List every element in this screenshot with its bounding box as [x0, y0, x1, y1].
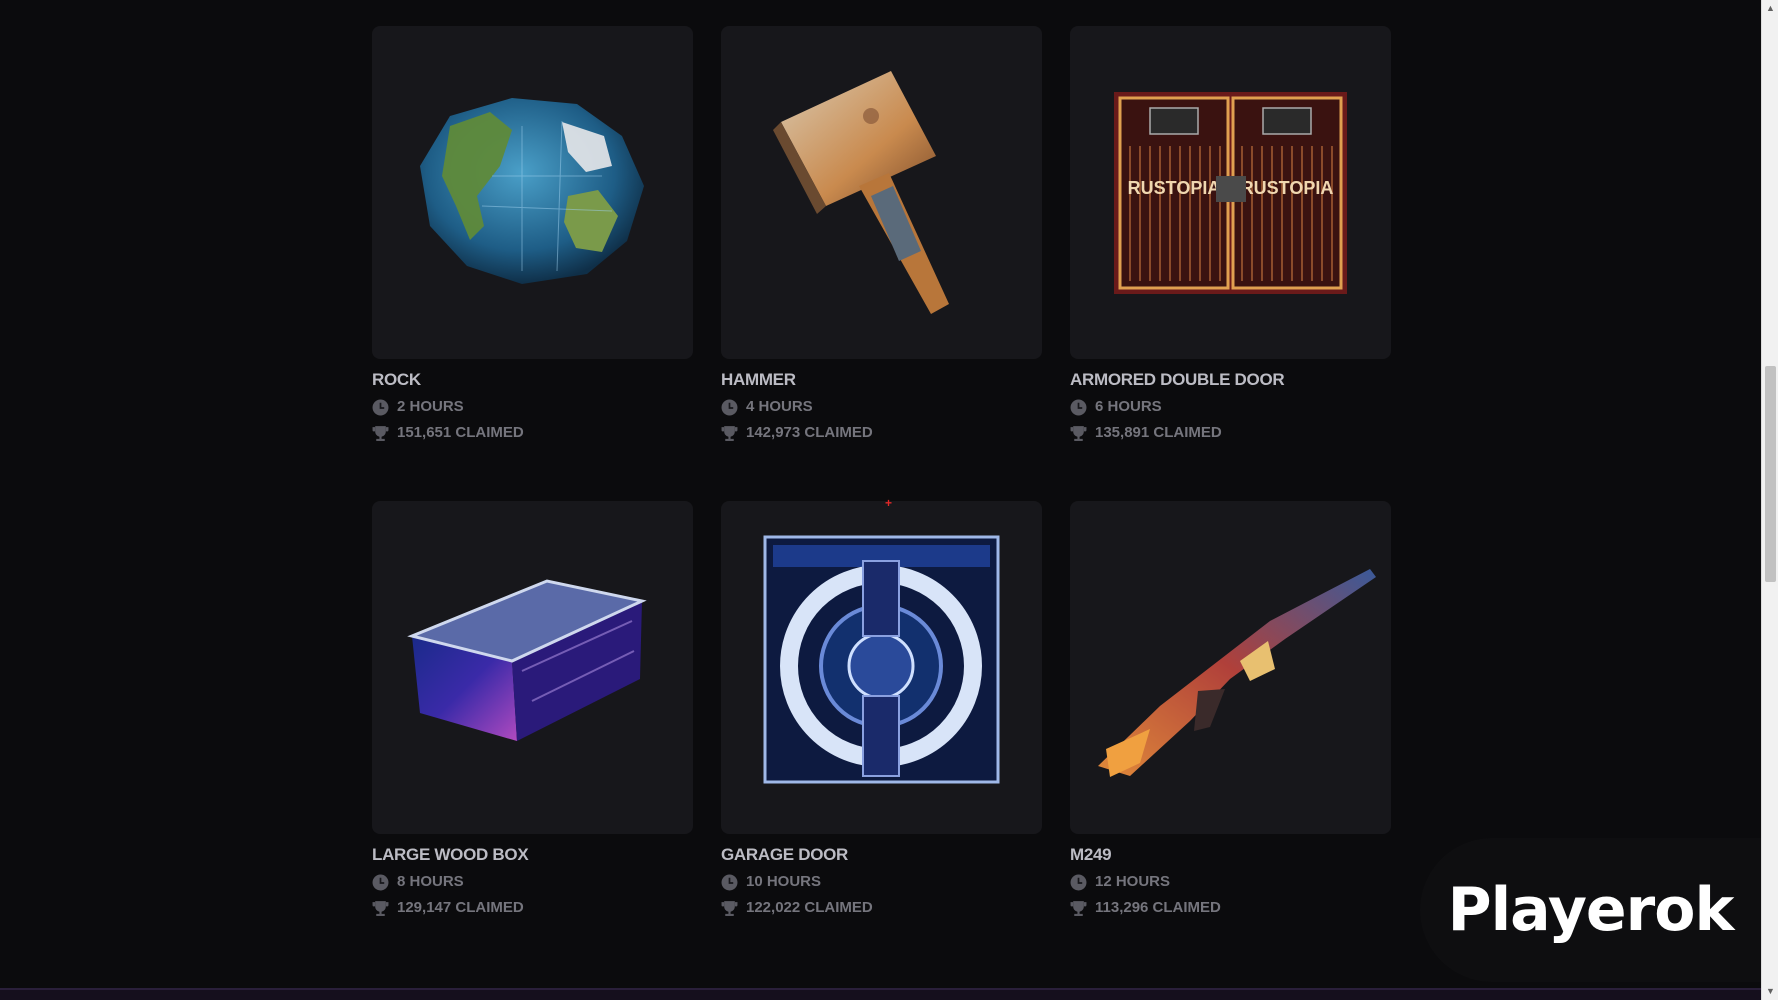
item-claimed: 142,973 CLAIMED: [721, 423, 1042, 443]
item-name: M249: [1070, 845, 1112, 864]
item-thumbnail[interactable]: RUSTOPIA RUSTOPIA: [1070, 26, 1391, 359]
earth-rock-icon: [420, 98, 644, 284]
claimed-text: 135,891 CLAIMED: [1095, 424, 1222, 441]
item-duration: 2 HOURS: [372, 397, 693, 417]
drops-row: ROCK 2 HOURS 151,651 CLAIMED HAMMER 4 HO…: [372, 26, 1392, 443]
page: ROCK 2 HOURS 151,651 CLAIMED HAMMER 4 HO…: [0, 0, 1778, 1000]
item-claimed: 151,651 CLAIMED: [372, 423, 693, 443]
trophy-icon: [1070, 425, 1087, 442]
duration-text: 4 HOURS: [746, 398, 813, 415]
claimed-text: 113,296 CLAIMED: [1095, 899, 1221, 916]
trophy-icon: [372, 900, 389, 917]
claimed-text: 142,973 CLAIMED: [746, 424, 873, 441]
duration-text: 10 HOURS: [746, 873, 822, 890]
item-claimed: 122,022 CLAIMED: [721, 898, 1042, 918]
clock-icon: [372, 874, 389, 891]
item-thumbnail[interactable]: [372, 26, 693, 359]
trophy-icon: [721, 425, 738, 442]
item-thumbnail[interactable]: [721, 26, 1042, 359]
drop-card-hammer[interactable]: HAMMER 4 HOURS 142,973 CLAIMED: [721, 26, 1042, 443]
door-logo-right: RUSTOPIA: [1241, 178, 1334, 198]
item-name: ARMORED DOUBLE DOOR: [1070, 370, 1285, 389]
item-duration: 6 HOURS: [1070, 397, 1391, 417]
brand-watermark: Playerok: [1447, 875, 1735, 945]
scroll-up-arrow-icon[interactable]: ▲: [1762, 0, 1778, 17]
scroll-down-arrow-icon[interactable]: ▼: [1762, 983, 1778, 1000]
clock-icon: [721, 874, 738, 891]
clock-icon: [1070, 874, 1087, 891]
item-name: GARAGE DOOR: [721, 845, 849, 864]
item-duration: 8 HOURS: [372, 872, 693, 892]
duration-text: 2 HOURS: [397, 398, 464, 415]
rustopia-door-icon: RUSTOPIA RUSTOPIA: [1114, 92, 1347, 294]
trophy-icon: [721, 900, 738, 917]
trophy-icon: [1070, 900, 1087, 917]
item-thumbnail[interactable]: [1070, 501, 1391, 834]
clock-icon: [1070, 399, 1087, 416]
drop-card-garage-door[interactable]: GARAGE DOOR 10 HOURS 122,022 CLAIMED: [721, 501, 1042, 918]
butterfly-rifle-icon: [1098, 569, 1376, 777]
clock-icon: [721, 399, 738, 416]
item-name: LARGE WOOD BOX: [372, 845, 529, 864]
page-bottom-edge: [0, 988, 1761, 1000]
item-name: HAMMER: [721, 370, 796, 389]
drop-card-armored-double-door[interactable]: RUSTOPIA RUSTOPIA ARMORED DOUBLE DOOR 6 …: [1070, 26, 1391, 443]
duration-text: 6 HOURS: [1095, 398, 1162, 415]
drops-grid: ROCK 2 HOURS 151,651 CLAIMED HAMMER 4 HO…: [372, 26, 1392, 976]
item-duration: 10 HOURS: [721, 872, 1042, 892]
vertical-scrollbar[interactable]: ▲ ▼: [1761, 0, 1778, 1000]
item-duration: 12 HOURS: [1070, 872, 1391, 892]
item-claimed: 135,891 CLAIMED: [1070, 423, 1391, 443]
scrollbar-thumb[interactable]: [1765, 366, 1776, 582]
duration-text: 8 HOURS: [397, 873, 464, 890]
claimed-text: 151,651 CLAIMED: [397, 424, 524, 441]
galaxy-box-icon: [407, 579, 647, 741]
sci-fi-garage-door-icon: [763, 535, 1000, 784]
item-thumbnail[interactable]: [721, 501, 1042, 834]
item-thumbnail[interactable]: [372, 501, 693, 834]
item-duration: 4 HOURS: [721, 397, 1042, 417]
brand-badge: Playerok: [1420, 838, 1761, 982]
claimed-text: 129,147 CLAIMED: [397, 899, 524, 916]
trophy-icon: [372, 425, 389, 442]
drop-card-rock[interactable]: ROCK 2 HOURS 151,651 CLAIMED: [372, 26, 693, 443]
drops-row: LARGE WOOD BOX 8 HOURS 129,147 CLAIMED G…: [372, 501, 1392, 918]
door-logo-left: RUSTOPIA: [1128, 178, 1221, 198]
drop-card-m249[interactable]: M249 12 HOURS 113,296 CLAIMED: [1070, 501, 1391, 918]
item-name: ROCK: [372, 370, 421, 389]
hammer-icon: [773, 71, 949, 314]
clock-icon: [372, 399, 389, 416]
item-claimed: 129,147 CLAIMED: [372, 898, 693, 918]
item-claimed: 113,296 CLAIMED: [1070, 898, 1391, 918]
cursor-marker: +: [885, 496, 893, 510]
duration-text: 12 HOURS: [1095, 873, 1171, 890]
drop-card-large-wood-box[interactable]: LARGE WOOD BOX 8 HOURS 129,147 CLAIMED: [372, 501, 693, 918]
claimed-text: 122,022 CLAIMED: [746, 899, 873, 916]
